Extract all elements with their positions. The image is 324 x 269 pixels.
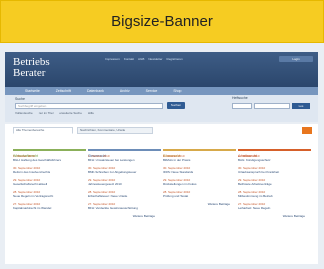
search-option[interactable]: Hilfe [88,111,94,115]
news-entry[interactable]: 30. September 2010 Urlaubsanspruch bei Kr… [238,166,311,174]
entry-title[interactable]: BAG: Kündigungsschutz [238,158,311,162]
banner-label: Bigsize-Banner [111,13,213,30]
entry-title[interactable]: Kapitalmarktrecht im Wandel [13,206,86,210]
search-input[interactable]: Suchbegriff eingeben [15,103,163,109]
top-link[interactable]: Newsletter [148,57,162,61]
tab-all-topics[interactable]: Alle Themenbereiche [13,127,73,134]
news-entry[interactable]: 30. September 2010 IFRS: Neue Standards [163,166,236,174]
logo-line-2: Berater [13,67,46,79]
news-column: Wirtschaftsrecht 1. Oktober 2010 BGH: Haf… [13,144,86,218]
main-nav: Startseite Zeitschrift Datenbank Archiv … [5,87,318,95]
tab-news[interactable]: Nachrichten, Kommentare, Urteile [77,127,153,134]
entry-title[interactable]: BMF-Schreiben zur Abgeltungsteuer [88,170,161,174]
news-entry[interactable]: 28. September 2010 Neue Regeln im Vertrag… [13,190,86,198]
entry-title[interactable]: Reform des Insolvenzrechts [13,170,86,174]
issue-search: Heftsuche Los [232,96,314,109]
entry-title[interactable]: Jahressteuergesetz 2010 [88,182,161,186]
issue-search-label: Heftsuche [232,96,248,100]
nav-item[interactable]: Archiv [120,89,130,93]
entry-title[interactable]: Leiharbeit: Neue Regeln [238,206,311,210]
issue-search-button[interactable]: Los [292,103,310,109]
entry-title[interactable]: BGH: Haftung des Geschäftsführers [13,158,86,162]
more-link[interactable]: Weitere Beiträge [238,214,311,218]
more-link[interactable]: Weitere Beiträge [88,214,161,218]
issue-year-select[interactable] [232,103,252,109]
top-links: Impressum Kontakt AGB Newsletter Registr… [105,57,183,61]
news-entry[interactable]: 27. September 2010 Kapitalmarktrecht im W… [13,202,86,210]
search-options: Volltextsuche nur im Titel erweiterte Su… [15,111,94,115]
entry-title[interactable]: BFH: Verdeckte Gewinnausschüttung [88,206,161,210]
bigsize-banner[interactable]: Bigsize-Banner [0,0,324,43]
news-entry[interactable]: 27. September 2010 BFH: Verdeckte Gewinna… [88,202,161,210]
tab-bar: Alle Themenbereiche Nachrichten, Komment… [13,127,153,134]
news-entry[interactable]: 30. September 2010 Reform des Insolvenzre… [13,166,86,174]
search-option[interactable]: Volltextsuche [15,111,33,115]
column-header: Wirtschaftsrecht [13,144,86,158]
news-column: Steuerrecht 1. Oktober 2010 BFH: Umsatzst… [88,144,161,218]
entry-title[interactable]: Neue Regeln im Vertragsrecht [13,194,86,198]
site-logo[interactable]: Betriebs Berater [13,57,50,79]
entry-title[interactable]: Mitbestimmung im Betrieb [238,194,311,198]
login-label: Login [292,57,300,61]
login-button[interactable]: Login [279,56,313,62]
issue-number-input[interactable] [254,103,290,109]
top-link[interactable]: Registrieren [167,57,183,61]
search-placeholder: Suchbegriff eingeben [18,104,47,108]
entry-title[interactable]: Prüfung und Testat [163,194,236,198]
nav-item[interactable]: Service [146,89,158,93]
column-header: Arbeitsrecht [238,144,311,158]
content-area: Alle Themenbereiche Nachrichten, Komment… [5,124,318,264]
search-button[interactable]: Suchen [167,102,185,109]
nav-item[interactable]: Startseite [25,89,40,93]
top-link[interactable]: Impressum [105,57,120,61]
search-option[interactable]: nur im Titel [39,111,54,115]
nav-item[interactable]: Datenbank [87,89,104,93]
entry-title[interactable]: Erbschaftsteuer: Neue Urteile [88,194,161,198]
news-entry[interactable]: 28. September 2010 Erbschaftsteuer: Neue … [88,190,161,198]
news-entry[interactable]: 1. Oktober 2010 BGH: Haftung des Geschäft… [13,154,86,162]
search-option[interactable]: erweiterte Suche [59,111,82,115]
nav-item[interactable]: Zeitschrift [56,89,71,93]
entry-title[interactable]: Urlaubsanspruch bei Krankheit [238,170,311,174]
issue-search-button-label: Los [298,104,304,108]
news-entry[interactable]: 27. September 2010 Leiharbeit: Neue Regel… [238,202,311,210]
entry-title[interactable]: Rückstellungen im Fokus [163,182,236,186]
entry-title[interactable]: IFRS: Neue Standards [163,170,236,174]
news-entry[interactable]: 1. Oktober 2010 BFH: Umsatzsteuer bei Lei… [88,154,161,162]
news-entry[interactable]: 28. September 2010 Mitbestimmung im Betri… [238,190,311,198]
top-link[interactable]: Kontakt [124,57,134,61]
entry-title[interactable]: BFH: Umsatzsteuer bei Leistungen [88,158,161,162]
rss-button[interactable] [302,127,312,134]
news-entry[interactable]: 29. September 2010 Rückstellungen im Foku… [163,178,236,186]
nav-item[interactable]: Shop [173,89,181,93]
news-entry[interactable]: 28. September 2010 Prüfung und Testat [163,190,236,198]
entry-title[interactable]: Gesellschaftsrecht aktuell [13,182,86,186]
tab-label: Alle Themenbereiche [16,128,45,132]
news-entry[interactable]: 29. September 2010 Befristete Arbeitsvert… [238,178,311,186]
column-header: Steuerrecht [88,144,161,158]
search-label: Suche [15,97,25,101]
tab-label: Nachrichten, Kommentare, Urteile [80,128,126,132]
news-entry[interactable]: 29. September 2010 Gesellschaftsrecht akt… [13,178,86,186]
news-entry[interactable]: 30. September 2010 BMF-Schreiben zur Abge… [88,166,161,174]
more-link[interactable]: Weitere Beiträge [163,202,236,206]
column-header: Bilanzrecht [163,144,236,158]
news-column: Bilanzrecht 1. Oktober 2010 BilMoG in der… [163,144,236,218]
news-entry[interactable]: 1. Oktober 2010 BilMoG in der Praxis [163,154,236,162]
news-entry[interactable]: 1. Oktober 2010 BAG: Kündigungsschutz [238,154,311,162]
entry-title[interactable]: BilMoG in der Praxis [163,158,236,162]
top-link[interactable]: AGB [138,57,144,61]
news-column: Arbeitsrecht 1. Oktober 2010 BAG: Kündigu… [238,144,311,218]
site-header: Betriebs Berater Impressum Kontakt AGB N… [5,52,318,87]
entry-title[interactable]: Befristete Arbeitsverträge [238,182,311,186]
news-entry[interactable]: 29. September 2010 Jahressteuergesetz 201… [88,178,161,186]
news-columns: Wirtschaftsrecht 1. Oktober 2010 BGH: Haf… [13,144,311,218]
search-button-label: Suchen [170,103,182,107]
